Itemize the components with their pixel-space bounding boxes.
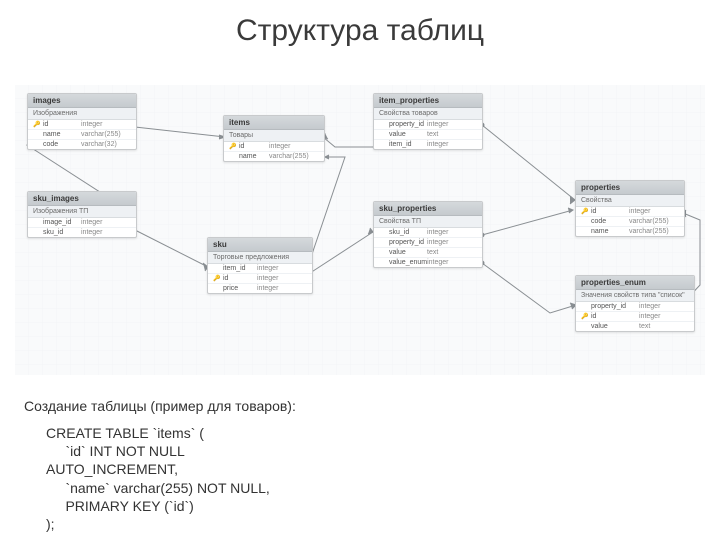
- table-label: Свойства ТП: [374, 216, 482, 228]
- table-row: item_idinteger: [374, 140, 482, 149]
- table-row: codevarchar(32): [28, 140, 136, 149]
- table-row: namevarchar(255): [28, 130, 136, 140]
- table-sku-images[interactable]: sku_images Изображения ТП image_idintege…: [27, 191, 137, 238]
- table-row: sku_idinteger: [28, 228, 136, 237]
- table-header: sku_images: [28, 192, 136, 206]
- table-items[interactable]: items Товары 🔑idinteger namevarchar(255): [223, 115, 325, 162]
- table-row: namevarchar(255): [576, 227, 684, 236]
- table-properties[interactable]: properties Свойства 🔑idinteger codevarch…: [575, 180, 685, 237]
- table-row: property_idinteger: [576, 302, 694, 312]
- table-label: Свойства: [576, 195, 684, 207]
- table-label: Изображения ТП: [28, 206, 136, 218]
- table-label: Товары: [224, 130, 324, 142]
- table-label: Значения свойств типа "список": [576, 290, 694, 302]
- table-row: priceinteger: [208, 284, 312, 293]
- table-sku-properties[interactable]: sku_properties Свойства ТП sku_idinteger…: [373, 201, 483, 268]
- table-label: Торговые предложения: [208, 252, 312, 264]
- table-row: codevarchar(255): [576, 217, 684, 227]
- table-header: properties_enum: [576, 276, 694, 290]
- table-label: Свойства товаров: [374, 108, 482, 120]
- table-properties-enum[interactable]: properties_enum Значения свойств типа "с…: [575, 275, 695, 332]
- table-row: valuetext: [576, 322, 694, 331]
- table-row: 🔑idinteger: [28, 120, 136, 130]
- table-label: Изображения: [28, 108, 136, 120]
- pk-icon: 🔑: [33, 121, 43, 128]
- table-row: 🔑idinteger: [576, 207, 684, 217]
- table-row: namevarchar(255): [224, 152, 324, 161]
- erd-canvas: images Изображения 🔑idinteger namevarcha…: [15, 85, 705, 375]
- table-row: 🔑idinteger: [576, 312, 694, 322]
- table-row: 🔑idinteger: [224, 142, 324, 152]
- table-sku[interactable]: sku Торговые предложения item_idinteger …: [207, 237, 313, 294]
- table-row: property_idinteger: [374, 238, 482, 248]
- page-title: Структура таблиц: [0, 0, 720, 48]
- table-row: sku_idinteger: [374, 228, 482, 238]
- table-header: item_properties: [374, 94, 482, 108]
- caption-text: Создание таблицы (пример для товаров):: [24, 398, 296, 414]
- table-header: items: [224, 116, 324, 130]
- pk-icon: 🔑: [229, 143, 239, 150]
- table-row: value_enuminteger: [374, 258, 482, 267]
- table-header: sku: [208, 238, 312, 252]
- sql-example: CREATE TABLE `items` ( `id` INT NOT NULL…: [46, 424, 270, 533]
- table-item-properties[interactable]: item_properties Свойства товаров propert…: [373, 93, 483, 150]
- table-header: sku_properties: [374, 202, 482, 216]
- table-row: valuetext: [374, 248, 482, 258]
- table-header: properties: [576, 181, 684, 195]
- pk-icon: 🔑: [581, 208, 591, 215]
- table-row: valuetext: [374, 130, 482, 140]
- pk-icon: 🔑: [581, 313, 591, 320]
- table-row: item_idinteger: [208, 264, 312, 274]
- table-images[interactable]: images Изображения 🔑idinteger namevarcha…: [27, 93, 137, 150]
- pk-icon: 🔑: [213, 275, 223, 282]
- table-row: image_idinteger: [28, 218, 136, 228]
- table-row: property_idinteger: [374, 120, 482, 130]
- table-header: images: [28, 94, 136, 108]
- table-row: 🔑idinteger: [208, 274, 312, 284]
